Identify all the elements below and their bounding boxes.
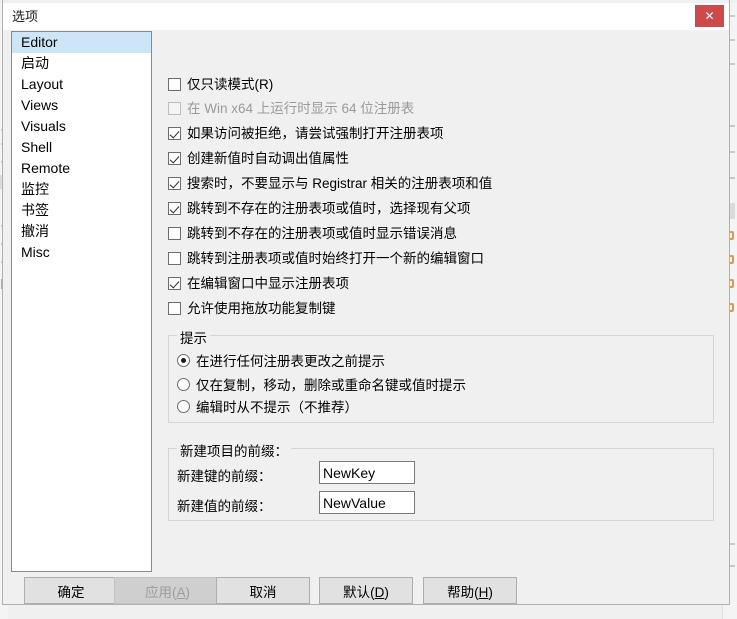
prefix-groupbox-title: 新建项目的前缀： <box>177 440 291 460</box>
checkbox-icon[interactable] <box>168 176 181 190</box>
checkbox-icon[interactable] <box>168 301 181 315</box>
checkbox-label: 搜索时，不要显示与 Registrar 相关的注册表项和值 <box>187 175 493 191</box>
radio-row-3[interactable]: 编辑时从不提示（不推荐） <box>177 396 358 416</box>
checkbox-icon[interactable] <box>168 151 181 165</box>
sidebar-item-shell[interactable]: Shell <box>12 137 151 158</box>
prompt-groupbox-title: 提示 <box>177 327 210 347</box>
sidebar-item-remote[interactable]: Remote <box>12 158 151 179</box>
checkbox-label: 跳转到注册表项或值时始终打开一个新的编辑窗口 <box>187 250 484 266</box>
checkbox-icon[interactable] <box>168 226 181 240</box>
sidebar-item-label: Visuals <box>21 118 66 134</box>
sidebar-item-label: Misc <box>21 244 50 260</box>
checkbox-row-6[interactable]: 跳转到不存在的注册表项或值时，选择现有父项 <box>168 198 471 218</box>
button-label-suffix: ) <box>384 584 389 600</box>
button-label: 应用( <box>144 584 177 600</box>
checkbox-label: 创建新值时自动调出值属性 <box>187 150 349 166</box>
sidebar-item-启动[interactable]: 启动 <box>12 53 151 74</box>
prefix-groupbox: 新建项目的前缀： 新建键的前缀： 新建值的前缀： <box>168 440 714 521</box>
new-key-prefix-input[interactable] <box>319 461 415 484</box>
checkbox-row-9[interactable]: 在编辑窗口中显示注册表项 <box>168 273 349 293</box>
button-mnemonic: D <box>374 584 385 600</box>
sidebar-item-label: Shell <box>21 139 53 155</box>
checkbox-row-7[interactable]: 跳转到不存在的注册表项或值时显示错误消息 <box>168 223 457 243</box>
radio-label: 在进行任何注册表更改之前提示 <box>196 354 385 369</box>
checkbox-icon <box>168 101 181 115</box>
sidebar-item-label: Remote <box>21 160 71 176</box>
ok-button[interactable]: 确定 <box>24 577 118 604</box>
checkbox-label: 跳转到不存在的注册表项或值时，选择现有父项 <box>187 200 471 216</box>
checkbox-label: 仅只读模式(R) <box>187 76 274 92</box>
close-icon: ✕ <box>704 9 715 23</box>
sidebar-item-label: Views <box>21 97 59 113</box>
checkbox-row-8[interactable]: 跳转到注册表项或值时始终打开一个新的编辑窗口 <box>168 248 484 268</box>
sidebar-item-label: 启动 <box>21 55 49 71</box>
radio-row-1[interactable]: 在进行任何注册表更改之前提示 <box>177 350 385 370</box>
checkbox-label: 如果访问被拒绝，请尝试强制打开注册表项 <box>187 125 444 141</box>
editor-options-panel: 仅只读模式(R) 在 Win x64 上运行时显示 64 位注册表如果访问被拒绝，… <box>163 30 723 575</box>
checkbox-icon[interactable] <box>168 276 181 290</box>
button-label: 帮助( <box>447 584 479 600</box>
checkbox-label: 跳转到不存在的注册表项或值时显示错误消息 <box>187 225 457 241</box>
close-button[interactable]: ✕ <box>695 5 724 27</box>
new-value-prefix-input[interactable] <box>319 491 415 514</box>
checkbox-row-10[interactable]: 允许使用拖放功能复制键 <box>168 298 336 318</box>
category-listbox[interactable]: Editor 启动 Layout Views Visuals Shell Remote 监控书… <box>11 31 152 572</box>
default-button[interactable]: 默认(D) <box>319 577 413 604</box>
sidebar-item-label: 撤消 <box>21 223 49 239</box>
button-mnemonic: A <box>176 584 186 600</box>
sidebar-item-书签[interactable]: 书签 <box>12 200 151 221</box>
sidebar-item-misc[interactable]: Misc <box>12 242 151 263</box>
sidebar-item-监控[interactable]: 监控 <box>12 179 151 200</box>
sidebar-item-editor[interactable]: Editor <box>12 32 151 53</box>
button-label-suffix: ) <box>488 584 493 600</box>
checkbox-label: 在编辑窗口中显示注册表项 <box>187 275 349 291</box>
button-label-suffix: ) <box>185 584 191 600</box>
cancel-button[interactable]: 取消 <box>216 577 310 604</box>
button-label: 取消 <box>249 584 277 600</box>
radio-row-2[interactable]: 仅在复制，移动，删除或重命名键或值时提示 <box>177 374 466 394</box>
radio-icon[interactable] <box>177 377 190 391</box>
new-value-prefix-label: 新建值的前缀： <box>177 499 272 514</box>
sidebar-item-撤消[interactable]: 撤消 <box>12 221 151 242</box>
checkbox-label: 在 Win x64 上运行时显示 64 位注册表 <box>187 100 415 116</box>
checkbox-icon[interactable] <box>168 126 181 140</box>
help-button[interactable]: 帮助(H) <box>423 577 517 604</box>
sidebar-item-visuals[interactable]: Visuals <box>12 116 151 137</box>
sidebar-item-label: Layout <box>21 76 64 92</box>
button-label: 确定 <box>57 584 85 600</box>
window-title: 选项 <box>12 9 39 24</box>
checkbox-row-2: 在 Win x64 上运行时显示 64 位注册表 <box>168 98 414 118</box>
radio-label: 仅在复制，移动，删除或重命名键或值时提示 <box>196 378 466 393</box>
checkbox-row-1[interactable]: 仅只读模式(R) <box>168 74 273 94</box>
sidebar-item-label: 监控 <box>21 181 49 197</box>
checkbox-row-5[interactable]: 搜索时，不要显示与 Registrar 相关的注册表项和值 <box>168 173 492 193</box>
sidebar-item-label: Editor <box>21 34 58 50</box>
radio-label: 编辑时从不提示（不推荐） <box>196 400 358 415</box>
checkbox-icon[interactable] <box>168 251 181 265</box>
button-label: 默认( <box>343 584 375 600</box>
radio-icon[interactable] <box>177 399 190 413</box>
checkbox-row-3[interactable]: 如果访问被拒绝，请尝试强制打开注册表项 <box>168 123 444 143</box>
apply-button: 应用(A) <box>114 577 221 604</box>
radio-icon[interactable] <box>177 353 190 367</box>
button-mnemonic: H <box>478 584 489 600</box>
dialog-client-area: Editor 启动 Layout Views Visuals Shell Remote 监控书… <box>3 30 729 604</box>
title-bar: 选项 ✕ <box>3 3 729 30</box>
options-dialog: 选项 ✕ Editor 启动 Layout Views Visuals Shell Remo… <box>2 0 730 605</box>
sidebar-item-label: 书签 <box>21 202 49 218</box>
dialog-button-bar: 确定 应用(A) 取消 默认(D) 帮助(H) <box>3 575 729 615</box>
checkbox-row-4[interactable]: 创建新值时自动调出值属性 <box>168 148 349 168</box>
checkbox-icon[interactable] <box>168 77 181 91</box>
sidebar-item-views[interactable]: Views <box>12 95 151 116</box>
prompt-groupbox: 提示 在进行任何注册表更改之前提示仅在复制，移动，删除或重命名键或值时提示 编辑时… <box>168 327 714 423</box>
sidebar-item-layout[interactable]: Layout <box>12 74 151 95</box>
checkbox-icon[interactable] <box>168 201 181 215</box>
checkbox-label: 允许使用拖放功能复制键 <box>187 300 336 316</box>
new-key-prefix-label: 新建键的前缀： <box>177 469 272 484</box>
